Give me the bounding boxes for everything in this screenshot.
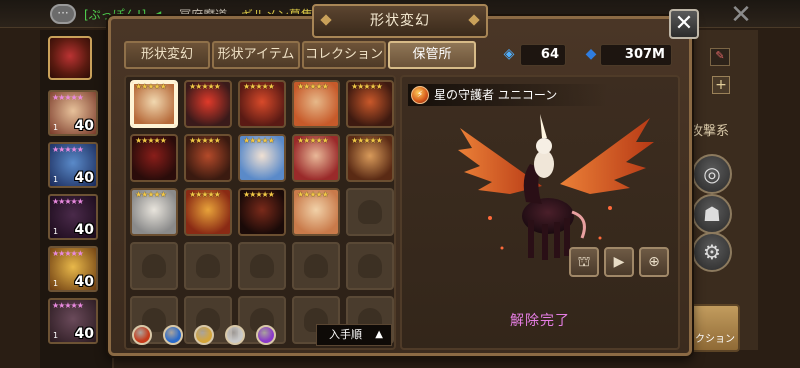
tab-skin-change[interactable]: 形状変幻: [124, 41, 210, 69]
monster-tile[interactable]: ★★★★★ 1 40: [48, 246, 98, 292]
star-rating: ★★★★★: [52, 249, 84, 258]
skin-slot-dragon-skin[interactable]: ★★★★★: [130, 134, 178, 182]
sort-label: 入手順: [329, 328, 362, 341]
star-rating: ★★★★★: [351, 136, 383, 145]
video-icon[interactable]: ▶: [604, 247, 634, 277]
empty-slot: [184, 242, 232, 290]
fire-filter-icon[interactable]: [132, 325, 152, 345]
placeholder-icon: [358, 200, 382, 224]
dialog-title: 形状変幻: [312, 4, 488, 38]
plus-icon[interactable]: +: [712, 76, 730, 94]
empty-slot: [130, 242, 178, 290]
star-rating: ★★★★★: [297, 136, 329, 145]
mana-count: 307M: [600, 44, 672, 66]
star-rating: ★★★★★: [189, 190, 221, 199]
right-category-label: 攻撃系: [690, 124, 730, 139]
skin-slot-dancer-skin[interactable]: ★★★★★: [292, 134, 340, 182]
monster-level: 40: [74, 326, 94, 342]
water-filter-icon[interactable]: [163, 325, 183, 345]
skin-slot-sorceress-skin[interactable]: ★★★★★: [238, 134, 286, 182]
placeholder-icon: [304, 254, 328, 278]
background-close-icon[interactable]: ✕: [728, 2, 754, 28]
mana-icon: ◆: [585, 46, 597, 62]
skin-slot-monk-skin[interactable]: ★★★★★: [346, 80, 394, 128]
gear-icon[interactable]: ⚙: [692, 232, 732, 272]
placeholder-icon: [358, 254, 382, 278]
empty-slot: [238, 242, 286, 290]
monster-tile[interactable]: ★★★★★ 1 40: [48, 194, 98, 240]
zoom-icon[interactable]: ⊕: [639, 247, 669, 277]
star-rating: ★★★★★: [351, 82, 383, 91]
skin-slot-beast-skin[interactable]: ★★★★★: [184, 188, 232, 236]
collection-button[interactable]: クション: [690, 304, 740, 352]
star-rating: ★★★★★: [189, 136, 221, 145]
empty-slot: [346, 188, 394, 236]
dialog-title-text: 形状変幻: [370, 13, 430, 29]
star-rating: ★★★★★: [52, 145, 84, 154]
star-rating: ★★★★★: [243, 82, 275, 91]
summon-icon[interactable]: ⛫: [569, 247, 599, 277]
monster-level: 40: [74, 118, 94, 134]
skin-slot-fire-knight-skin[interactable]: ★★★★★: [238, 80, 286, 128]
monster-tile[interactable]: ★★★★★ 1 40: [48, 298, 98, 344]
star-rating: ★★★★★: [135, 136, 167, 145]
crystal-icon: ◈: [503, 46, 515, 62]
star-rating: ★★★★★: [189, 82, 221, 91]
empty-slot: [292, 242, 340, 290]
monster-icon[interactable]: ☗: [692, 194, 732, 234]
star-rating: ★★★★★: [297, 190, 329, 199]
monster-filter-icon[interactable]: [48, 36, 92, 80]
monster-small-number: 1: [53, 175, 59, 184]
monster-tile[interactable]: ★★★★★ 1 40: [48, 142, 98, 188]
placeholder-icon: [196, 254, 220, 278]
light-filter-icon[interactable]: [225, 325, 245, 345]
skin-slot-unicorn-skin[interactable]: ★★★★★: [130, 80, 178, 128]
swirl-icon[interactable]: ◎: [692, 154, 732, 194]
monster-level: 40: [74, 274, 94, 290]
chat-icon[interactable]: ···: [50, 4, 76, 24]
edit-icon[interactable]: ✎: [710, 48, 730, 66]
sort-arrow-icon: ▲: [375, 329, 383, 340]
skin-slot-sage-skin[interactable]: ★★★★★: [292, 188, 340, 236]
star-rating: ★★★★★: [52, 197, 84, 206]
skin-slot-warrior-skin[interactable]: ★★★★★: [346, 134, 394, 182]
skin-slot-elf-skin[interactable]: ★★★★★: [292, 80, 340, 128]
star-rating: ★★★★★: [52, 93, 84, 102]
tab-collection[interactable]: コレクション: [302, 41, 386, 69]
title-gem-right: [468, 14, 480, 26]
skin-slot-demon-skin[interactable]: ★★★★★: [238, 188, 286, 236]
monster-tile[interactable]: ★★★★★ 1 40: [48, 90, 98, 136]
tab-storage[interactable]: 保管所: [388, 41, 476, 69]
status-text: 解除完了: [510, 313, 570, 329]
placeholder-icon: [142, 254, 166, 278]
monster-level: 40: [74, 170, 94, 186]
monster-small-number: 1: [53, 227, 59, 236]
monster-small-number: 1: [53, 279, 59, 288]
placeholder-icon: [250, 254, 274, 278]
empty-slot: [346, 242, 394, 290]
dark-filter-icon[interactable]: [256, 325, 276, 345]
star-rating: ★★★★★: [243, 136, 275, 145]
close-icon[interactable]: ✕: [669, 9, 699, 39]
skin-slot-red-hood-skin[interactable]: ★★★★★: [184, 80, 232, 128]
crystal-count: 64: [520, 44, 566, 66]
monster-level: 40: [74, 222, 94, 238]
tab-skin-items[interactable]: 形状アイテム: [212, 41, 300, 69]
skin-slot-armor-skin[interactable]: ★★★★★: [130, 188, 178, 236]
sort-button[interactable]: 入手順 ▲: [316, 324, 392, 346]
title-gem-left: [320, 14, 332, 26]
star-rating: ★★★★★: [135, 190, 167, 199]
fire-element-icon: ⚡: [411, 86, 429, 104]
star-rating: ★★★★★: [243, 190, 275, 199]
monster-small-number: 1: [53, 331, 59, 340]
star-rating: ★★★★★: [297, 82, 329, 91]
wind-filter-icon[interactable]: [194, 325, 214, 345]
skin-slot-wolf-skin[interactable]: ★★★★★: [184, 134, 232, 182]
star-rating: ★★★★★: [52, 301, 84, 310]
monster-small-number: 1: [53, 123, 59, 132]
star-rating: ★★★★★: [135, 82, 167, 91]
skin-name: 星の守護者 ユニコーン: [408, 84, 608, 106]
